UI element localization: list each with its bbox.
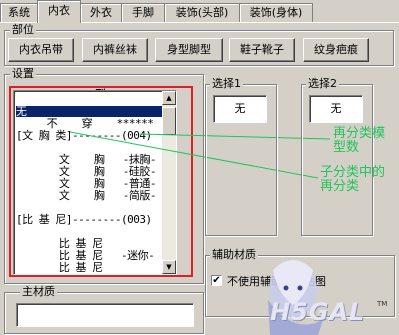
select1-title: 选择1 [210, 77, 243, 90]
main-material-field[interactable] [16, 303, 194, 327]
annotation-model-count: 再分类模 型数 [333, 126, 386, 155]
annotation-subcategory: 子分类中的 再分类 [320, 165, 386, 194]
select2-title: 选择2 [306, 77, 339, 90]
select1-value-box[interactable]: 无 [213, 95, 267, 123]
tab-underwear[interactable]: 内衣 [37, 0, 81, 23]
main-material-title: 主材质 [20, 285, 57, 298]
select2-value-box[interactable]: 无 [309, 95, 363, 123]
aux-checkbox[interactable]: ✔ [211, 275, 222, 286]
trademark-symbol: TM [377, 300, 388, 308]
watermark-text: H5GAL [270, 298, 366, 326]
